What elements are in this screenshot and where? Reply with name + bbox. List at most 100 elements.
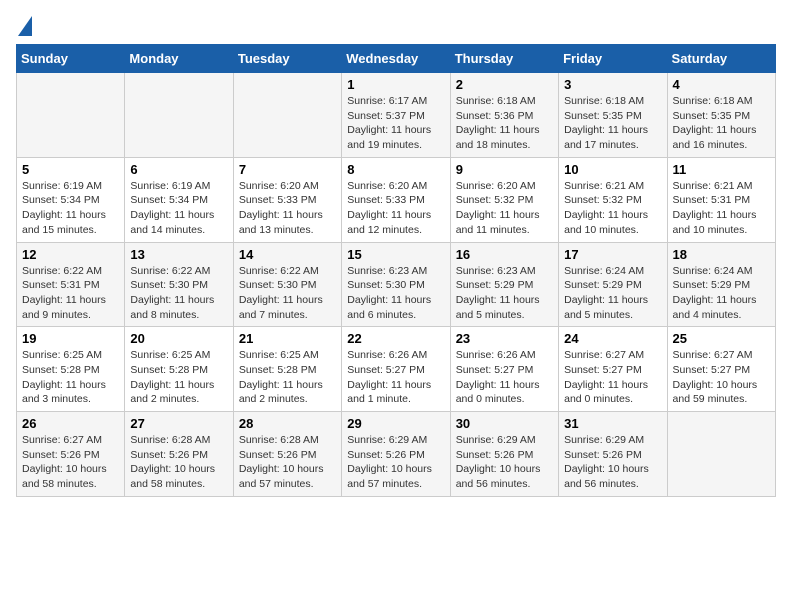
- day-number: 30: [456, 416, 553, 431]
- calendar-cell: 29 Sunrise: 6:29 AMSunset: 5:26 PMDayligh…: [342, 412, 450, 497]
- calendar-cell: 10Sunrise: 6:21 AMSunset: 5:32 PMDayligh…: [559, 157, 667, 242]
- day-info: Sunrise: 6:27 AMSunset: 5:26 PMDaylight:…: [22, 433, 119, 492]
- day-info: Sunrise: 6:28 AMSunset: 5:26 PMDaylight:…: [130, 433, 227, 492]
- calendar-table: SundayMondayTuesdayWednesdayThursdayFrid…: [16, 44, 776, 497]
- calendar-cell: 4 Sunrise: 6:18 AMSunset: 5:35 PMDaylight…: [667, 73, 775, 158]
- calendar-cell: 25 Sunrise: 6:27 AMSunset: 5:27 PMDayligh…: [667, 327, 775, 412]
- day-info: Sunrise: 6:24 AMSunset: 5:29 PMDaylight:…: [564, 264, 661, 323]
- day-info: Sunrise: 6:22 AMSunset: 5:31 PMDaylight:…: [22, 264, 119, 323]
- calendar-cell: 15 Sunrise: 6:23 AMSunset: 5:30 PMDayligh…: [342, 242, 450, 327]
- page-header: [16, 16, 776, 36]
- calendar-cell: 20 Sunrise: 6:25 AMSunset: 5:28 PMDayligh…: [125, 327, 233, 412]
- day-info: Sunrise: 6:21 AMSunset: 5:31 PMDaylight:…: [673, 179, 770, 238]
- calendar-cell: 9 Sunrise: 6:20 AMSunset: 5:32 PMDaylight…: [450, 157, 558, 242]
- day-info: Sunrise: 6:24 AMSunset: 5:29 PMDaylight:…: [673, 264, 770, 323]
- day-info: Sunrise: 6:23 AMSunset: 5:29 PMDaylight:…: [456, 264, 553, 323]
- day-number: 26: [22, 416, 119, 431]
- day-number: 20: [130, 331, 227, 346]
- day-number: 2: [456, 77, 553, 92]
- day-info: Sunrise: 6:28 AMSunset: 5:26 PMDaylight:…: [239, 433, 336, 492]
- calendar-cell: 7Sunrise: 6:20 AMSunset: 5:33 PMDaylight…: [233, 157, 341, 242]
- day-info: Sunrise: 6:18 AMSunset: 5:36 PMDaylight:…: [456, 94, 553, 153]
- day-number: 3: [564, 77, 661, 92]
- day-info: Sunrise: 6:27 AMSunset: 5:27 PMDaylight:…: [673, 348, 770, 407]
- day-number: 17: [564, 247, 661, 262]
- calendar-cell: 5 Sunrise: 6:19 AMSunset: 5:34 PMDaylight…: [17, 157, 125, 242]
- day-info: Sunrise: 6:18 AMSunset: 5:35 PMDaylight:…: [564, 94, 661, 153]
- day-header-monday: Monday: [125, 45, 233, 73]
- day-info: Sunrise: 6:29 AMSunset: 5:26 PMDaylight:…: [564, 433, 661, 492]
- calendar-cell: [233, 73, 341, 158]
- day-info: Sunrise: 6:17 AMSunset: 5:37 PMDaylight:…: [347, 94, 444, 153]
- calendar-cell: 31 Sunrise: 6:29 AMSunset: 5:26 PMDayligh…: [559, 412, 667, 497]
- day-info: Sunrise: 6:21 AMSunset: 5:32 PMDaylight:…: [564, 179, 661, 238]
- day-info: Sunrise: 6:20 AMSunset: 5:32 PMDaylight:…: [456, 179, 553, 238]
- calendar-cell: 18 Sunrise: 6:24 AMSunset: 5:29 PMDayligh…: [667, 242, 775, 327]
- day-info: Sunrise: 6:25 AMSunset: 5:28 PMDaylight:…: [130, 348, 227, 407]
- day-number: 9: [456, 162, 553, 177]
- day-header-tuesday: Tuesday: [233, 45, 341, 73]
- day-number: 23: [456, 331, 553, 346]
- week-row-3: 12 Sunrise: 6:22 AMSunset: 5:31 PMDayligh…: [17, 242, 776, 327]
- day-number: 15: [347, 247, 444, 262]
- calendar-cell: [667, 412, 775, 497]
- day-header-friday: Friday: [559, 45, 667, 73]
- calendar-cell: 30 Sunrise: 6:29 AMSunset: 5:26 PMDayligh…: [450, 412, 558, 497]
- calendar-cell: 6 Sunrise: 6:19 AMSunset: 5:34 PMDaylight…: [125, 157, 233, 242]
- day-info: Sunrise: 6:19 AMSunset: 5:34 PMDaylight:…: [22, 179, 119, 238]
- calendar-cell: 24 Sunrise: 6:27 AMSunset: 5:27 PMDayligh…: [559, 327, 667, 412]
- calendar-cell: 3 Sunrise: 6:18 AMSunset: 5:35 PMDaylight…: [559, 73, 667, 158]
- day-info: Sunrise: 6:23 AMSunset: 5:30 PMDaylight:…: [347, 264, 444, 323]
- calendar-cell: 12 Sunrise: 6:22 AMSunset: 5:31 PMDayligh…: [17, 242, 125, 327]
- day-number: 14: [239, 247, 336, 262]
- day-number: 1: [347, 77, 444, 92]
- day-number: 22: [347, 331, 444, 346]
- day-info: Sunrise: 6:22 AMSunset: 5:30 PMDaylight:…: [130, 264, 227, 323]
- day-number: 6: [130, 162, 227, 177]
- day-number: 12: [22, 247, 119, 262]
- day-info: Sunrise: 6:26 AMSunset: 5:27 PMDaylight:…: [347, 348, 444, 407]
- calendar-cell: 21Sunrise: 6:25 AMSunset: 5:28 PMDayligh…: [233, 327, 341, 412]
- day-header-thursday: Thursday: [450, 45, 558, 73]
- day-info: Sunrise: 6:22 AMSunset: 5:30 PMDaylight:…: [239, 264, 336, 323]
- day-number: 16: [456, 247, 553, 262]
- week-row-5: 26 Sunrise: 6:27 AMSunset: 5:26 PMDayligh…: [17, 412, 776, 497]
- calendar-cell: [125, 73, 233, 158]
- week-row-2: 5 Sunrise: 6:19 AMSunset: 5:34 PMDaylight…: [17, 157, 776, 242]
- day-info: Sunrise: 6:20 AMSunset: 5:33 PMDaylight:…: [347, 179, 444, 238]
- week-row-1: 1 Sunrise: 6:17 AMSunset: 5:37 PMDaylight…: [17, 73, 776, 158]
- week-row-4: 19 Sunrise: 6:25 AMSunset: 5:28 PMDayligh…: [17, 327, 776, 412]
- day-number: 11: [673, 162, 770, 177]
- day-number: 5: [22, 162, 119, 177]
- calendar-cell: 19 Sunrise: 6:25 AMSunset: 5:28 PMDayligh…: [17, 327, 125, 412]
- day-info: Sunrise: 6:29 AMSunset: 5:26 PMDaylight:…: [456, 433, 553, 492]
- calendar-cell: 16 Sunrise: 6:23 AMSunset: 5:29 PMDayligh…: [450, 242, 558, 327]
- day-info: Sunrise: 6:19 AMSunset: 5:34 PMDaylight:…: [130, 179, 227, 238]
- day-number: 25: [673, 331, 770, 346]
- logo-arrow-icon: [18, 16, 32, 36]
- calendar-cell: 2 Sunrise: 6:18 AMSunset: 5:36 PMDaylight…: [450, 73, 558, 158]
- calendar-cell: 14 Sunrise: 6:22 AMSunset: 5:30 PMDayligh…: [233, 242, 341, 327]
- day-number: 13: [130, 247, 227, 262]
- day-number: 4: [673, 77, 770, 92]
- day-number: 8: [347, 162, 444, 177]
- day-number: 31: [564, 416, 661, 431]
- day-info: Sunrise: 6:27 AMSunset: 5:27 PMDaylight:…: [564, 348, 661, 407]
- calendar-cell: 17 Sunrise: 6:24 AMSunset: 5:29 PMDayligh…: [559, 242, 667, 327]
- day-info: Sunrise: 6:25 AMSunset: 5:28 PMDaylight:…: [239, 348, 336, 407]
- day-number: 18: [673, 247, 770, 262]
- day-info: Sunrise: 6:18 AMSunset: 5:35 PMDaylight:…: [673, 94, 770, 153]
- calendar-cell: 26 Sunrise: 6:27 AMSunset: 5:26 PMDayligh…: [17, 412, 125, 497]
- day-number: 28: [239, 416, 336, 431]
- day-number: 19: [22, 331, 119, 346]
- calendar-cell: 11 Sunrise: 6:21 AMSunset: 5:31 PMDayligh…: [667, 157, 775, 242]
- day-info: Sunrise: 6:25 AMSunset: 5:28 PMDaylight:…: [22, 348, 119, 407]
- day-info: Sunrise: 6:29 AMSunset: 5:26 PMDaylight:…: [347, 433, 444, 492]
- day-header-saturday: Saturday: [667, 45, 775, 73]
- day-header-wednesday: Wednesday: [342, 45, 450, 73]
- day-number: 24: [564, 331, 661, 346]
- days-header-row: SundayMondayTuesdayWednesdayThursdayFrid…: [17, 45, 776, 73]
- day-number: 29: [347, 416, 444, 431]
- calendar-cell: 27Sunrise: 6:28 AMSunset: 5:26 PMDayligh…: [125, 412, 233, 497]
- calendar-cell: [17, 73, 125, 158]
